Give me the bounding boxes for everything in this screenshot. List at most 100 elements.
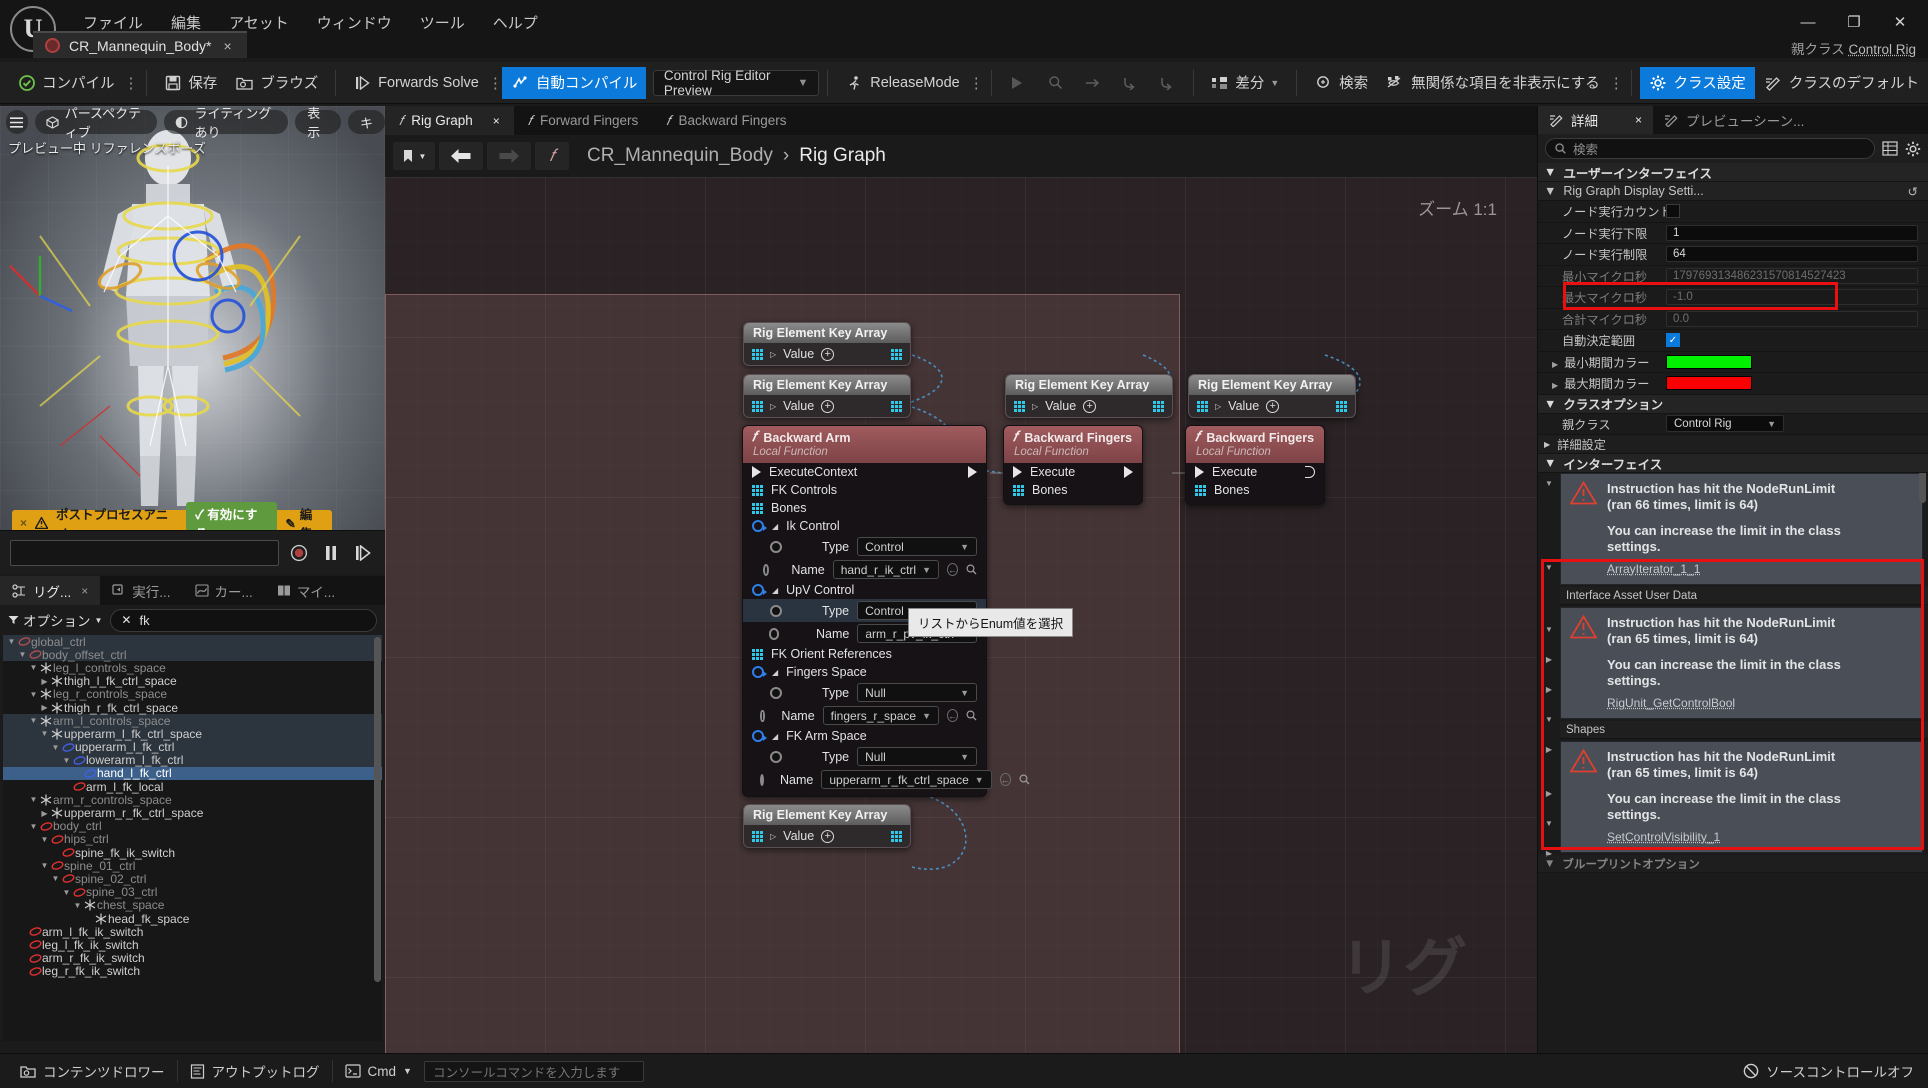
tree-item[interactable]: ▼leg_l_controls_space — [3, 661, 382, 674]
section-advanced[interactable]: ▶ 詳細設定 — [1538, 435, 1928, 454]
struct-pin-icon[interactable] — [752, 666, 764, 678]
section-shapes[interactable]: ▼ Shapes — [1560, 721, 1928, 739]
source-control-button[interactable]: ソースコントロールオフ — [1743, 1061, 1920, 1081]
tree-item[interactable]: spine_fk_ik_switch — [3, 846, 382, 859]
section-interface[interactable]: ▼ インターフェイス — [1538, 454, 1928, 473]
value-pin-icon[interactable] — [769, 628, 780, 640]
tree-item[interactable]: ▼body_ctrl — [3, 820, 382, 833]
section-class-options[interactable]: ▼ クラスオプション — [1538, 395, 1928, 414]
expander-right-icon[interactable]: ▶ — [1552, 360, 1558, 369]
enum-dropdown[interactable]: Null▼ — [857, 683, 977, 702]
tree-item[interactable]: head_fk_space — [3, 912, 382, 925]
cmd-dropdown[interactable]: Cmd ▼ — [333, 1058, 424, 1085]
struct-pin-icon[interactable] — [752, 730, 764, 742]
tree-item[interactable]: ▶thigh_r_fk_ctrl_space — [3, 701, 382, 714]
reroute-node[interactable]: Rig Element Key Array ▷ Value + — [743, 322, 911, 366]
perspective-dropdown[interactable]: パースペクティブ — [35, 110, 158, 134]
property-text-input[interactable]: 0.0 — [1666, 311, 1918, 327]
document-tab-cr-mannequin-body[interactable]: CR_Mannequin_Body* × — [33, 31, 247, 58]
array-pin-icon[interactable] — [1195, 485, 1206, 496]
expander-down-icon[interactable]: ◢ — [772, 522, 778, 531]
class-defaults-button[interactable]: クラスのデフォルト — [1755, 67, 1928, 99]
expander-down-icon[interactable]: ▼ — [1542, 715, 1556, 724]
reroute-node[interactable]: Rig Element Key Array ▷ Value + — [743, 804, 911, 848]
expand-arrow-icon[interactable]: ▷ — [770, 832, 776, 841]
console-command-input[interactable]: コンソールコマンドを入力します — [424, 1061, 644, 1082]
expander-down-icon[interactable]: ▼ — [28, 663, 39, 672]
menu-help[interactable]: ヘルプ — [482, 8, 549, 37]
exec-pin-icon[interactable] — [1013, 466, 1022, 478]
preview-mode-dropdown[interactable]: Control Rig Editor Preview ▼ — [653, 70, 820, 96]
value-pin-icon[interactable] — [760, 710, 764, 722]
tree-item[interactable]: ▼upperarm_l_fk_ctrl — [3, 741, 382, 754]
exec-out-pin-icon[interactable] — [1124, 466, 1133, 478]
close-icon[interactable]: × — [1635, 113, 1642, 127]
array-pin-icon[interactable] — [1014, 401, 1025, 412]
color-swatch[interactable] — [1666, 355, 1752, 369]
save-button[interactable]: 保存 — [154, 67, 226, 99]
step-out-button[interactable] — [1148, 67, 1185, 99]
tree-item[interactable]: arm_l_fk_local — [3, 780, 382, 793]
expander-down-icon[interactable]: ▼ — [61, 756, 72, 765]
tab-rig-graph[interactable]: 𝑓 Rig Graph × — [385, 106, 514, 135]
value-pin-icon[interactable] — [770, 541, 782, 553]
warning-link[interactable]: RigUnit_GetControlBool — [1607, 696, 1841, 711]
tree-item[interactable]: ▼arm_l_controls_space — [3, 714, 382, 727]
tree-item[interactable]: ▼spine_01_ctrl — [3, 859, 382, 872]
search-button[interactable]: 検索 — [1305, 67, 1377, 99]
expander-down-icon[interactable]: ▼ — [50, 874, 61, 883]
enum-dropdown[interactable]: Control▼ — [857, 537, 977, 556]
find-node-button[interactable] — [1037, 67, 1074, 99]
tree-item[interactable]: ▼arm_r_controls_space — [3, 793, 382, 806]
forwards-solve-button[interactable]: Forwards Solve — [344, 67, 488, 99]
browse-button[interactable]: ブラウズ — [226, 67, 327, 99]
color-swatch[interactable] — [1666, 376, 1752, 390]
graph-back-button[interactable] — [439, 142, 483, 170]
add-pin-icon[interactable]: + — [821, 348, 834, 361]
expand-arrow-icon[interactable]: ▷ — [1032, 402, 1038, 411]
array-pin-icon[interactable] — [752, 831, 763, 842]
expander-right-icon[interactable]: ▶ — [39, 809, 50, 818]
record-button[interactable] — [287, 541, 311, 565]
expander-down-icon[interactable]: ▼ — [1542, 819, 1556, 828]
output-log-button[interactable]: アウトプットログ — [178, 1058, 332, 1085]
options-dropdown[interactable]: オプション ▼ — [8, 610, 102, 630]
add-pin-icon[interactable]: + — [1083, 400, 1096, 413]
reroute-node[interactable]: Rig Element Key Array ▷ Value + — [1188, 374, 1356, 418]
property-checkbox[interactable]: ✓ — [1666, 333, 1680, 347]
hide-unrelated-kebab[interactable]: ⋮ — [1609, 74, 1623, 92]
minimize-button[interactable]: — — [1786, 8, 1830, 36]
property-text-input[interactable]: 179769313486231570814527423 — [1666, 268, 1918, 284]
value-pin-icon[interactable] — [770, 751, 782, 763]
release-mode-kebab[interactable]: ⋮ — [969, 74, 983, 92]
section-rig-graph-display[interactable]: ▼ Rig Graph Display Setti... ↺ — [1538, 182, 1928, 201]
graph-canvas[interactable]: ズーム 1:1 リグ Rig Element Key Array ▷ Value… — [385, 177, 1537, 1053]
expander-down-icon[interactable]: ▼ — [50, 743, 61, 752]
tab-details[interactable]: 詳細 × — [1538, 106, 1653, 134]
expander-down-icon[interactable]: ▼ — [17, 650, 28, 659]
struct-pin-icon[interactable] — [752, 584, 764, 596]
bookmark-dropdown-button[interactable]: ▼ — [393, 142, 435, 170]
maximize-button[interactable]: ❐ — [1832, 8, 1876, 36]
exec-out-pin-icon[interactable] — [968, 466, 977, 478]
clear-search-icon[interactable]: ✕ — [121, 613, 131, 627]
diff-button[interactable]: 差分 ▼ — [1201, 67, 1288, 99]
array-pin-out-icon[interactable] — [1153, 401, 1164, 412]
preview-viewport[interactable]: パースペクティブ ライティングあり 表示 キ プレビュー中 リファレンスポーズ … — [0, 106, 385, 530]
expander-down-icon[interactable]: ▼ — [39, 835, 50, 844]
tab-rig-hierarchy[interactable]: リグ... × — [0, 576, 100, 605]
release-mode-button[interactable]: ReleaseMode — [836, 67, 968, 99]
expander-down-icon[interactable]: ▼ — [28, 795, 39, 804]
auto-compile-button[interactable]: 自動コンパイル — [502, 67, 647, 99]
section-blueprint-options[interactable]: ▼ ブループリントオプション — [1538, 855, 1928, 873]
enable-button[interactable]: ✓ 有効にする — [186, 502, 277, 530]
expander-down-icon[interactable]: ▼ — [39, 729, 50, 738]
parent-class-dropdown[interactable]: Control Rig ▼ — [1666, 415, 1784, 432]
tree-item[interactable]: ▶upperarm_r_fk_ctrl_space — [3, 806, 382, 819]
value-pin-icon[interactable] — [763, 564, 769, 576]
browse-to-asset-icon[interactable] — [966, 709, 977, 722]
menu-tools[interactable]: ツール — [409, 8, 476, 37]
exec-pin-icon[interactable] — [752, 466, 761, 478]
tree-item[interactable]: ▼leg_r_controls_space — [3, 688, 382, 701]
array-pin-out-icon[interactable] — [1336, 401, 1347, 412]
